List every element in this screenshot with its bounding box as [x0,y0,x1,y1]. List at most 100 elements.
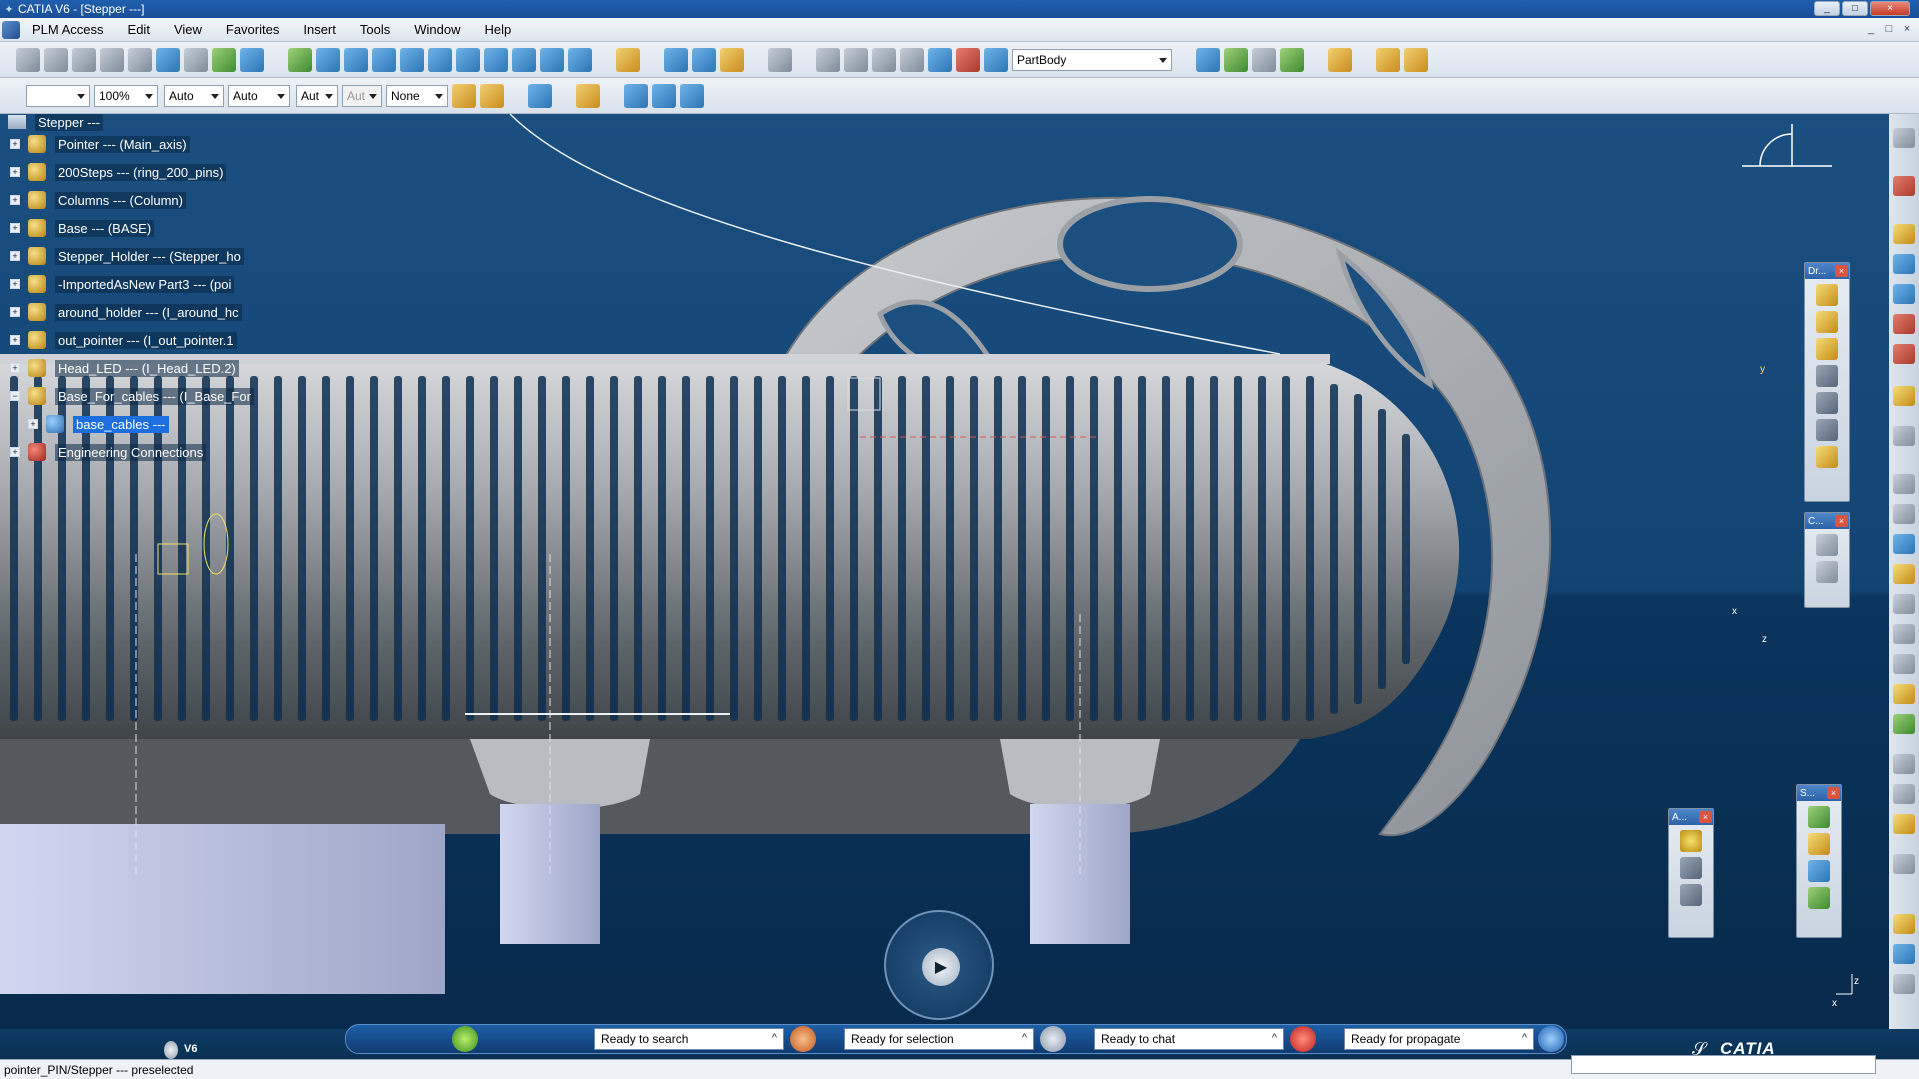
painter-icon[interactable] [452,84,476,108]
collapse-icon[interactable]: − [10,391,20,401]
line-type-select[interactable] [26,85,90,107]
grab-icon[interactable] [844,48,868,72]
sketch-tracer-icon[interactable] [1224,48,1248,72]
product-icon[interactable] [624,84,648,108]
tree-node[interactable]: + Columns --- (Column) [4,189,186,211]
help-icon[interactable] [680,84,704,108]
edit-icon[interactable] [1893,624,1915,644]
propagate-icon[interactable] [1290,1026,1316,1052]
swap-space-icon[interactable] [568,48,592,72]
expand-icon[interactable]: + [10,335,20,345]
hole-icon[interactable] [1893,594,1915,614]
selection-caret-icon[interactable]: ^ [1022,1032,1027,1044]
point-icon[interactable] [1893,754,1915,774]
zoom-out-icon[interactable] [400,48,424,72]
expand-icon[interactable]: + [10,139,20,149]
selection-field[interactable]: Ready for selection ^ [844,1028,1034,1050]
close-button[interactable]: × [1870,1,1910,16]
insert-icon[interactable] [1893,284,1915,304]
close-icon[interactable]: × [1835,515,1848,527]
command-input[interactable] [1571,1055,1876,1074]
capture-icon[interactable] [768,48,792,72]
snap-icon[interactable] [1893,314,1915,334]
mass-icon[interactable] [720,48,744,72]
part-icon[interactable] [1893,224,1915,244]
catalog-icon[interactable] [616,48,640,72]
plane-icon[interactable] [1893,814,1915,834]
search-icon[interactable] [452,1026,478,1052]
part-design-icon[interactable] [1680,884,1702,906]
print-icon[interactable] [44,48,68,72]
doc-restore-button[interactable]: □ [1880,21,1898,37]
tree-node[interactable]: + Engineering Connections [4,441,207,463]
tree-node[interactable]: + Head_LED --- (I_Head_LED.2) [4,357,239,379]
hide-show-icon[interactable] [540,48,564,72]
palette-c[interactable]: C... × [1804,512,1850,608]
material-icon[interactable] [1893,914,1915,934]
zoom-select[interactable]: 100% [94,85,158,107]
body-icon[interactable] [928,48,952,72]
draft-icon[interactable] [1893,654,1915,674]
compass-icon[interactable] [1893,944,1915,964]
menu-plm-access[interactable]: PLM Access [20,22,116,37]
menu-insert[interactable]: Insert [291,22,348,37]
section-icon[interactable] [1893,504,1915,524]
palette-a[interactable]: A... × [1668,808,1714,938]
curve-icon[interactable] [1893,714,1915,734]
tree-icon[interactable] [984,48,1008,72]
multi-view-icon[interactable] [456,48,480,72]
expand-icon[interactable]: + [10,195,20,205]
rib-icon[interactable] [1816,392,1838,414]
color-picker-icon[interactable] [480,84,504,108]
hole-icon[interactable] [1816,365,1838,387]
fill-icon[interactable] [1808,887,1830,909]
knowledge-icon[interactable] [1893,344,1915,364]
menu-help[interactable]: Help [472,22,523,37]
pan-icon[interactable] [316,48,340,72]
measure-icon[interactable] [1893,854,1915,874]
document-icon[interactable] [2,20,20,39]
close-icon[interactable]: × [1699,811,1712,823]
surface-icon[interactable] [1808,806,1830,828]
chat-icon[interactable] [1040,1026,1066,1052]
linetype-select[interactable]: Aut [296,85,338,107]
new-icon[interactable] [16,48,40,72]
pocket-icon[interactable] [1816,311,1838,333]
target-icon[interactable] [1893,974,1915,994]
groove-icon[interactable] [1816,419,1838,441]
thickness-select[interactable]: Auto [228,85,290,107]
expand-icon[interactable]: + [28,419,38,429]
expand-icon[interactable]: + [10,279,20,289]
minimize-button[interactable]: _ [1814,1,1840,16]
expand-icon[interactable]: + [10,223,20,233]
menu-favorites[interactable]: Favorites [214,22,291,37]
layer-select[interactable]: None [386,85,448,107]
tree-node[interactable]: + -ImportedAsNew Part3 --- (poi [4,273,235,295]
chat-caret-icon[interactable]: ^ [1272,1032,1277,1044]
3d-viewport[interactable]: x z y z x [0,114,1919,1029]
expand-icon[interactable]: + [10,251,20,261]
expand-icon[interactable]: + [10,307,20,317]
normal-view-icon[interactable] [428,48,452,72]
anchor-icon[interactable] [1816,561,1838,583]
tree-node[interactable]: + Pointer --- (Main_axis) [4,133,190,155]
selection-icon[interactable] [790,1026,816,1052]
close-icon[interactable]: × [1827,787,1840,799]
measure-icon[interactable] [664,48,688,72]
zoom-in-icon[interactable] [372,48,396,72]
measure-item-icon[interactable] [692,48,716,72]
shading-icon[interactable] [512,48,536,72]
render-icon[interactable] [1280,48,1304,72]
offset-icon[interactable] [1808,860,1830,882]
menu-view[interactable]: View [162,22,214,37]
cut-icon[interactable] [72,48,96,72]
palette-dr[interactable]: Dr... × [1804,262,1850,502]
analysis-icon[interactable] [956,48,980,72]
help-icon[interactable] [1538,1026,1564,1052]
tree-node[interactable]: + Stepper_Holder --- (Stepper_ho [4,245,244,267]
propagate-field[interactable]: Ready for propagate ^ [1344,1028,1534,1050]
hand-icon[interactable] [1328,48,1352,72]
doc-minimize-button[interactable]: _ [1862,21,1880,37]
point-select[interactable]: Aut [342,85,382,107]
scan-icon[interactable] [528,84,552,108]
